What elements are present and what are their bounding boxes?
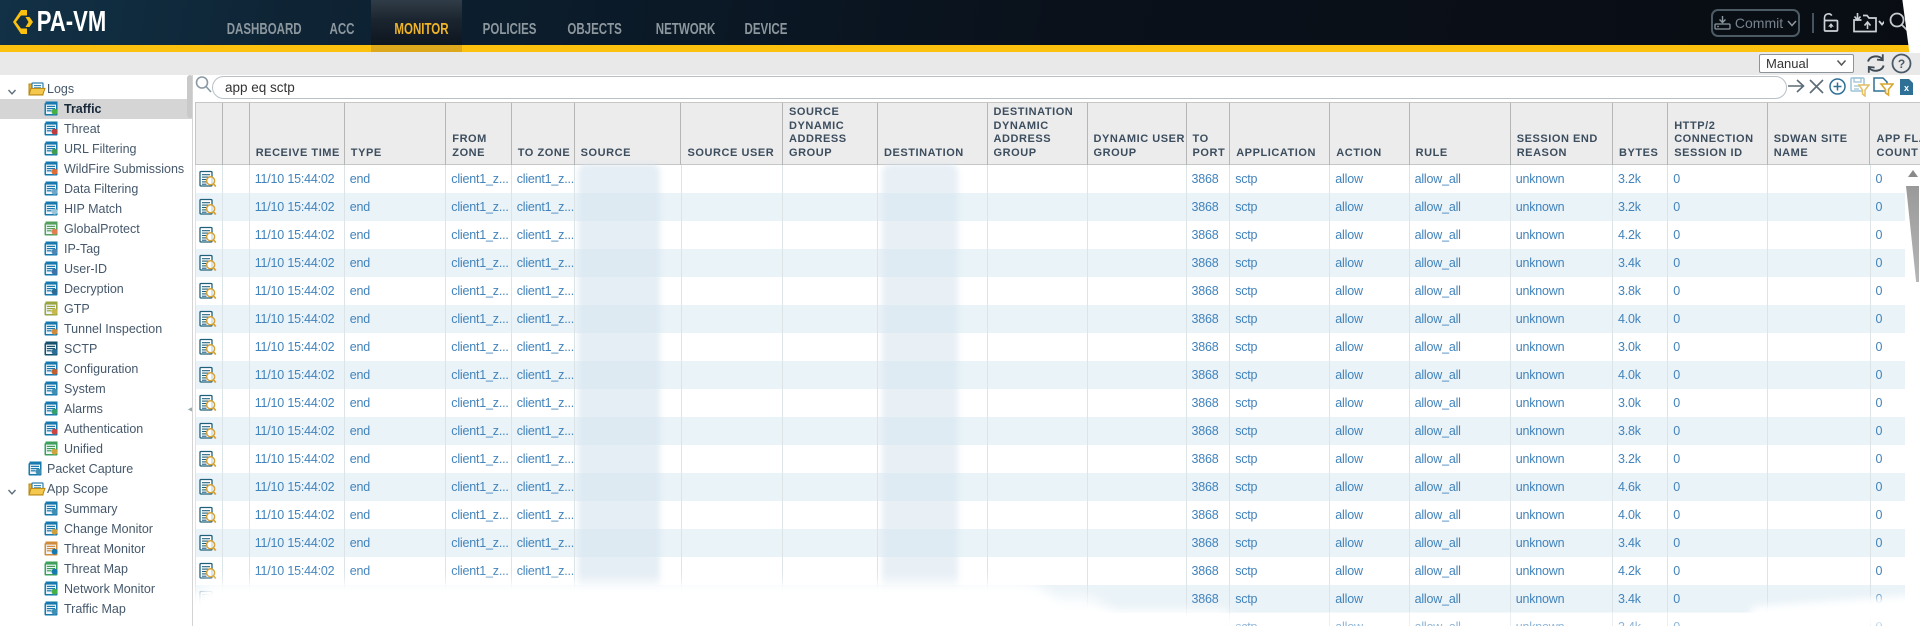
svg-text:x: x <box>1904 83 1909 93</box>
svg-text:?: ? <box>1898 57 1905 71</box>
